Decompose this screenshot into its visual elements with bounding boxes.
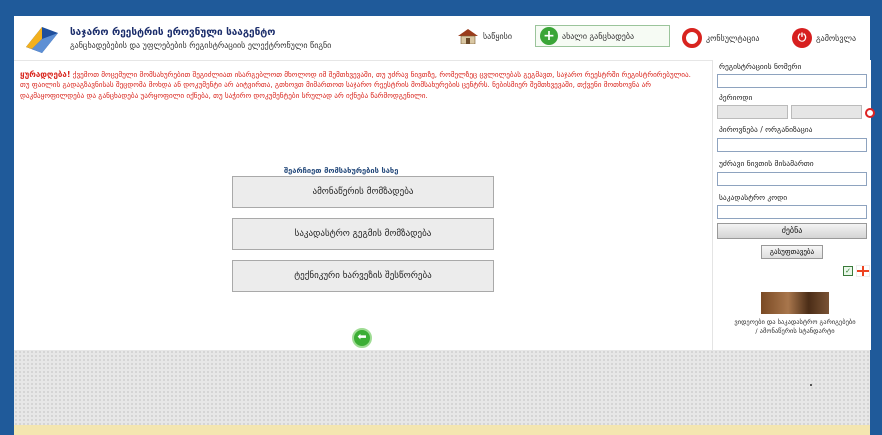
service-select-title: შეარჩიეთ მომსახურების სახე: [284, 166, 399, 175]
registration-number-input[interactable]: [717, 74, 867, 88]
registration-number-label: რეგისტრაციის ნომერი: [719, 62, 802, 71]
nav-consultation-label: კონსულტაცია: [706, 33, 760, 43]
footer-strip: [14, 425, 870, 435]
warning-body: ქვემოთ მოცემული მომსახურებით შეგიძლიათ ი…: [20, 70, 691, 100]
person-label: პიროვნება / ორგანიზაცია: [719, 125, 813, 134]
footer-dot: [810, 384, 812, 386]
address-input[interactable]: [717, 172, 867, 186]
page: საჯარო რეესტრის ეროვნული სააგენტო განცხა…: [14, 16, 875, 435]
address-label: უძრავი ნივთის მისამართი: [719, 159, 814, 168]
new-application-label: ახალი განცხადება: [562, 31, 635, 41]
warning-lead: ყურადღება!: [20, 70, 71, 79]
period-from-input[interactable]: [717, 105, 788, 119]
search-sidebar: რეგისტრაციის ნომერი პერიოდი პიროვნება / …: [712, 60, 875, 350]
cadastral-plan-button[interactable]: საკადასტრო გეგმის მომზადება: [232, 218, 494, 250]
power-icon: ⏻: [792, 28, 812, 48]
footer-band: [14, 350, 870, 425]
promo-text[interactable]: ვიდეოები და საკადასტრო გარიგებები / ამონ…: [733, 318, 857, 336]
home-icon: [458, 29, 478, 44]
search-button[interactable]: ძებნა: [717, 223, 867, 239]
cadastral-code-input[interactable]: [717, 205, 867, 219]
plus-icon: +: [540, 27, 558, 45]
lifebuoy-icon: [682, 28, 702, 48]
uk-flag-icon[interactable]: [856, 265, 870, 277]
period-to-input[interactable]: [791, 105, 862, 119]
back-arrow-icon[interactable]: ⬅: [352, 328, 372, 348]
checkbox-icon[interactable]: ✓: [843, 266, 853, 276]
period-label: პერიოდი: [719, 93, 753, 102]
agency-logo-icon[interactable]: [24, 25, 60, 55]
nav-exit-label: გამოსვლა: [816, 33, 857, 43]
extract-preparation-button[interactable]: ამონაწერის მომზადება: [232, 176, 494, 208]
reset-period-icon[interactable]: [865, 108, 875, 118]
warning-notice: ყურადღება! ქვემოთ მოცემული მომსახურებით …: [20, 70, 700, 101]
technical-error-button[interactable]: ტექნიკური ხარვეზის შესწორება: [232, 260, 494, 292]
promo-image[interactable]: [761, 292, 829, 314]
nav-exit-link[interactable]: ⏻ გამოსვლა: [792, 28, 856, 48]
nav-consultation-link[interactable]: კონსულტაცია: [682, 28, 760, 48]
clear-button[interactable]: გასუფთავება: [761, 245, 823, 259]
person-input[interactable]: [717, 138, 867, 152]
brand-subtitle: განცხადებების და უფლებების რეგისტრაციის …: [70, 41, 332, 50]
brand-title: საჯარო რეესტრის ეროვნული სააგენტო: [70, 27, 276, 38]
header: საჯარო რეესტრის ეროვნული სააგენტო განცხა…: [14, 16, 870, 61]
new-application-button[interactable]: + ახალი განცხადება: [535, 25, 670, 47]
nav-home-link[interactable]: საწყისი: [457, 28, 512, 44]
nav-home-label: საწყისი: [483, 31, 512, 41]
flag-vertical-stripe: [862, 266, 864, 276]
cadastral-code-label: საკადასტრო კოდი: [719, 193, 788, 202]
